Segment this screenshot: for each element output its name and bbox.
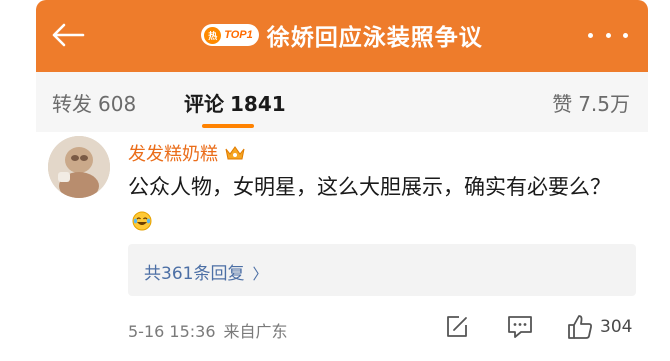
thumbs-up-icon bbox=[568, 315, 592, 339]
tab-comment-count: 1841 bbox=[230, 92, 286, 116]
like-count: 304 bbox=[600, 317, 633, 337]
more-dot-icon bbox=[605, 32, 611, 38]
comment-meta: 5-16 15:36 来自广东 bbox=[128, 318, 288, 342]
vip-crown-icon bbox=[224, 144, 246, 162]
comment-source: 来自广东 bbox=[223, 322, 288, 341]
top-bar: 热 TOP1 徐娇回应泳装照争议 bbox=[36, 0, 648, 72]
hot-rank-badge: 热 TOP1 bbox=[201, 24, 259, 46]
tab-like-label: 赞 bbox=[552, 92, 573, 116]
share-icon bbox=[447, 316, 467, 337]
page-title: 徐娇回应泳装照争议 bbox=[266, 25, 483, 51]
reply-button[interactable] bbox=[506, 312, 534, 342]
comment-body: 公众人物，女明星，这么大胆展示，确实有必要么？ bbox=[128, 170, 628, 238]
avatar[interactable] bbox=[48, 136, 110, 198]
tab-comment-label: 评论 bbox=[184, 92, 224, 116]
title-area: 热 TOP1 徐娇回应泳装照争议 bbox=[36, 14, 648, 56]
tab-like[interactable]: 赞 7.5万 bbox=[552, 88, 630, 117]
rank-label: TOP1 bbox=[224, 29, 253, 41]
chevron-right-icon: 〉 bbox=[252, 265, 268, 283]
tab-repost[interactable]: 转发 608 bbox=[52, 88, 136, 117]
active-tab-indicator bbox=[202, 124, 254, 128]
comment-page: 热 TOP1 徐娇回应泳装照争议 转发 608 评论 1841 赞 7.5万 发… bbox=[36, 0, 648, 361]
tab-repost-label: 转发 bbox=[52, 92, 92, 116]
view-replies-link[interactable]: 共361条回复〉 bbox=[144, 259, 267, 284]
tab-comment[interactable]: 评论 1841 bbox=[184, 88, 286, 117]
tab-repost-count: 608 bbox=[98, 92, 137, 116]
replies-box[interactable]: 共361条回复〉 bbox=[128, 244, 636, 296]
like-button[interactable]: 304 bbox=[566, 312, 632, 342]
comment-date: 5-16 15:36 bbox=[128, 322, 216, 341]
tab-bar: 转发 608 评论 1841 赞 7.5万 bbox=[36, 72, 648, 132]
comment-username[interactable]: 发发糕奶糕 bbox=[128, 140, 246, 166]
more-dot-icon bbox=[588, 32, 593, 38]
laugh-tears-emoji-icon bbox=[132, 207, 152, 231]
hot-flame-icon: 热 bbox=[204, 26, 222, 44]
replies-label: 共361条回复 bbox=[144, 264, 245, 284]
comment-icon bbox=[508, 316, 532, 338]
more-button[interactable] bbox=[588, 24, 628, 46]
username-text: 发发糕奶糕 bbox=[128, 144, 218, 165]
comment-text: 公众人物，女明星，这么大胆展示，确实有必要么？ bbox=[128, 175, 611, 199]
tab-like-count: 7.5万 bbox=[578, 92, 630, 116]
avatar-image bbox=[48, 136, 110, 198]
more-dot-icon bbox=[623, 32, 628, 38]
share-button[interactable] bbox=[444, 312, 470, 342]
